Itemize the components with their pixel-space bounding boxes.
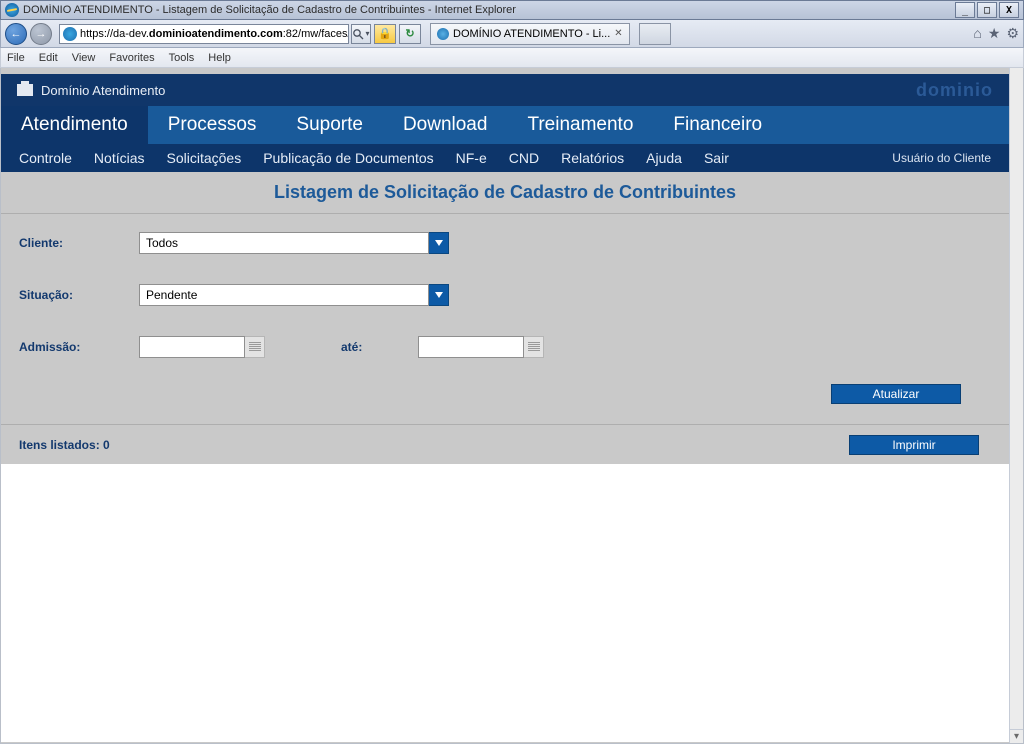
browser-menubar: File Edit View Favorites Tools Help bbox=[0, 48, 1024, 68]
cliente-dropdown-button[interactable] bbox=[429, 232, 449, 254]
window-minimize-button[interactable]: _ bbox=[955, 2, 975, 18]
imprimir-button[interactable]: Imprimir bbox=[849, 435, 979, 455]
situacao-select[interactable] bbox=[139, 284, 429, 306]
tab-favicon-icon bbox=[437, 28, 449, 40]
label-ate: até: bbox=[341, 340, 362, 354]
filter-form: Cliente: Situação: Admissão: bbox=[1, 214, 1009, 424]
subnav-controle[interactable]: Controle bbox=[19, 150, 72, 166]
ie-icon bbox=[5, 3, 19, 17]
page-body: Domínio Atendimento dominio Atendimento … bbox=[1, 68, 1009, 743]
label-admissao: Admissão: bbox=[19, 340, 139, 354]
menu-favorites[interactable]: Favorites bbox=[109, 52, 154, 64]
admissao-to-calendar-button[interactable] bbox=[524, 336, 544, 358]
address-bar[interactable]: https://da-dev.dominioatendimento.com:82… bbox=[59, 24, 349, 44]
menu-tools[interactable]: Tools bbox=[169, 52, 195, 64]
nav-financeiro[interactable]: Financeiro bbox=[653, 106, 782, 144]
label-cliente: Cliente: bbox=[19, 236, 139, 250]
refresh-button[interactable]: ↻ bbox=[399, 24, 421, 44]
browser-right-icons: ⌂ ★ ⚙ bbox=[973, 25, 1019, 42]
nav-suporte[interactable]: Suporte bbox=[276, 106, 383, 144]
sub-nav: Controle Notícias Solicitações Publicaçã… bbox=[1, 144, 1009, 172]
scroll-down-icon[interactable]: ▾ bbox=[1010, 729, 1023, 743]
vertical-scrollbar[interactable]: ▾ bbox=[1009, 68, 1023, 743]
menu-file[interactable]: File bbox=[7, 52, 25, 64]
browser-toolbar: ← → https://da-dev.dominioatendimento.co… bbox=[0, 20, 1024, 48]
search-button[interactable]: ▾ bbox=[351, 24, 371, 44]
calendar-icon bbox=[528, 342, 540, 352]
subnav-ajuda[interactable]: Ajuda bbox=[646, 150, 682, 166]
url-text: https://da-dev.dominioatendimento.com:82… bbox=[80, 28, 348, 40]
subnav-solicitacoes[interactable]: Solicitações bbox=[167, 150, 242, 166]
nav-download[interactable]: Download bbox=[383, 106, 508, 144]
label-situacao: Situação: bbox=[19, 288, 139, 302]
subnav-nfe[interactable]: NF-e bbox=[456, 150, 487, 166]
nav-atendimento[interactable]: Atendimento bbox=[1, 106, 148, 144]
forward-button[interactable]: → bbox=[30, 23, 52, 45]
window-title: DOMÍNIO ATENDIMENTO - Listagem de Solici… bbox=[23, 4, 953, 16]
tab-label: DOMÍNIO ATENDIMENTO - Li... bbox=[453, 28, 610, 40]
new-tab-button[interactable] bbox=[639, 23, 671, 45]
admissao-to-input[interactable] bbox=[418, 336, 524, 358]
window-titlebar: DOMÍNIO ATENDIMENTO - Listagem de Solici… bbox=[0, 0, 1024, 20]
home-icon[interactable]: ⌂ bbox=[973, 25, 981, 42]
calendar-icon bbox=[249, 342, 261, 352]
nav-treinamento[interactable]: Treinamento bbox=[507, 106, 653, 144]
browser-viewport: Domínio Atendimento dominio Atendimento … bbox=[0, 68, 1024, 744]
subnav-publicacao[interactable]: Publicação de Documentos bbox=[263, 150, 433, 166]
subnav-noticias[interactable]: Notícias bbox=[94, 150, 145, 166]
lock-icon[interactable]: 🔒 bbox=[374, 24, 396, 44]
back-button[interactable]: ← bbox=[5, 23, 27, 45]
window-maximize-button[interactable]: □ bbox=[977, 2, 997, 18]
page-title: Listagem de Solicitação de Cadastro de C… bbox=[1, 172, 1009, 214]
menu-edit[interactable]: Edit bbox=[39, 52, 58, 64]
admissao-from-calendar-button[interactable] bbox=[245, 336, 265, 358]
app-header: Domínio Atendimento dominio bbox=[1, 74, 1009, 106]
favorites-icon[interactable]: ★ bbox=[988, 25, 1001, 42]
list-status-bar: Itens listados: 0 Imprimir bbox=[1, 424, 1009, 464]
user-label: Usuário do Cliente bbox=[892, 151, 991, 165]
nav-processos[interactable]: Processos bbox=[148, 106, 277, 144]
window-close-button[interactable]: X bbox=[999, 2, 1019, 18]
atualizar-button[interactable]: Atualizar bbox=[831, 384, 961, 404]
list-count: Itens listados: 0 bbox=[19, 438, 110, 452]
main-nav: Atendimento Processos Suporte Download T… bbox=[1, 106, 1009, 144]
tab-close-icon[interactable]: ✕ bbox=[614, 28, 622, 39]
menu-help[interactable]: Help bbox=[208, 52, 231, 64]
tools-icon[interactable]: ⚙ bbox=[1006, 25, 1019, 42]
cliente-select[interactable] bbox=[139, 232, 429, 254]
subnav-relatorios[interactable]: Relatórios bbox=[561, 150, 624, 166]
subnav-sair[interactable]: Sair bbox=[704, 150, 729, 166]
admissao-from-input[interactable] bbox=[139, 336, 245, 358]
subnav-cnd[interactable]: CND bbox=[509, 150, 539, 166]
situacao-dropdown-button[interactable] bbox=[429, 284, 449, 306]
browser-tab-active[interactable]: DOMÍNIO ATENDIMENTO - Li... ✕ bbox=[430, 23, 630, 45]
brand-logo: dominio bbox=[916, 80, 993, 101]
results-area bbox=[1, 464, 1009, 742]
briefcase-icon bbox=[17, 84, 33, 96]
menu-view[interactable]: View bbox=[72, 52, 96, 64]
app-title: Domínio Atendimento bbox=[41, 83, 165, 98]
favicon-icon bbox=[63, 27, 77, 41]
